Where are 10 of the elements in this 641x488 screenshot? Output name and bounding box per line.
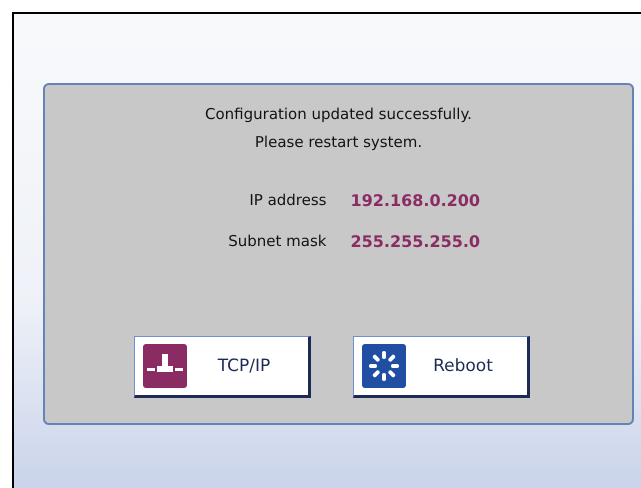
field-label: IP address <box>248 191 326 210</box>
spinner-icon <box>362 344 406 388</box>
pipe-junction-icon <box>142 344 186 388</box>
message-text: Please restart system. <box>254 133 422 151</box>
field-value: 255.255.255.0 <box>350 232 482 251</box>
reboot-button[interactable]: Reboot <box>352 336 530 398</box>
message-text: Configuration updated successfully. <box>205 105 472 123</box>
field-label: Subnet mask <box>227 232 326 251</box>
tcp-ip-button[interactable]: TCP/IP <box>134 336 310 398</box>
field-value: 192.168.0.200 <box>350 191 482 210</box>
